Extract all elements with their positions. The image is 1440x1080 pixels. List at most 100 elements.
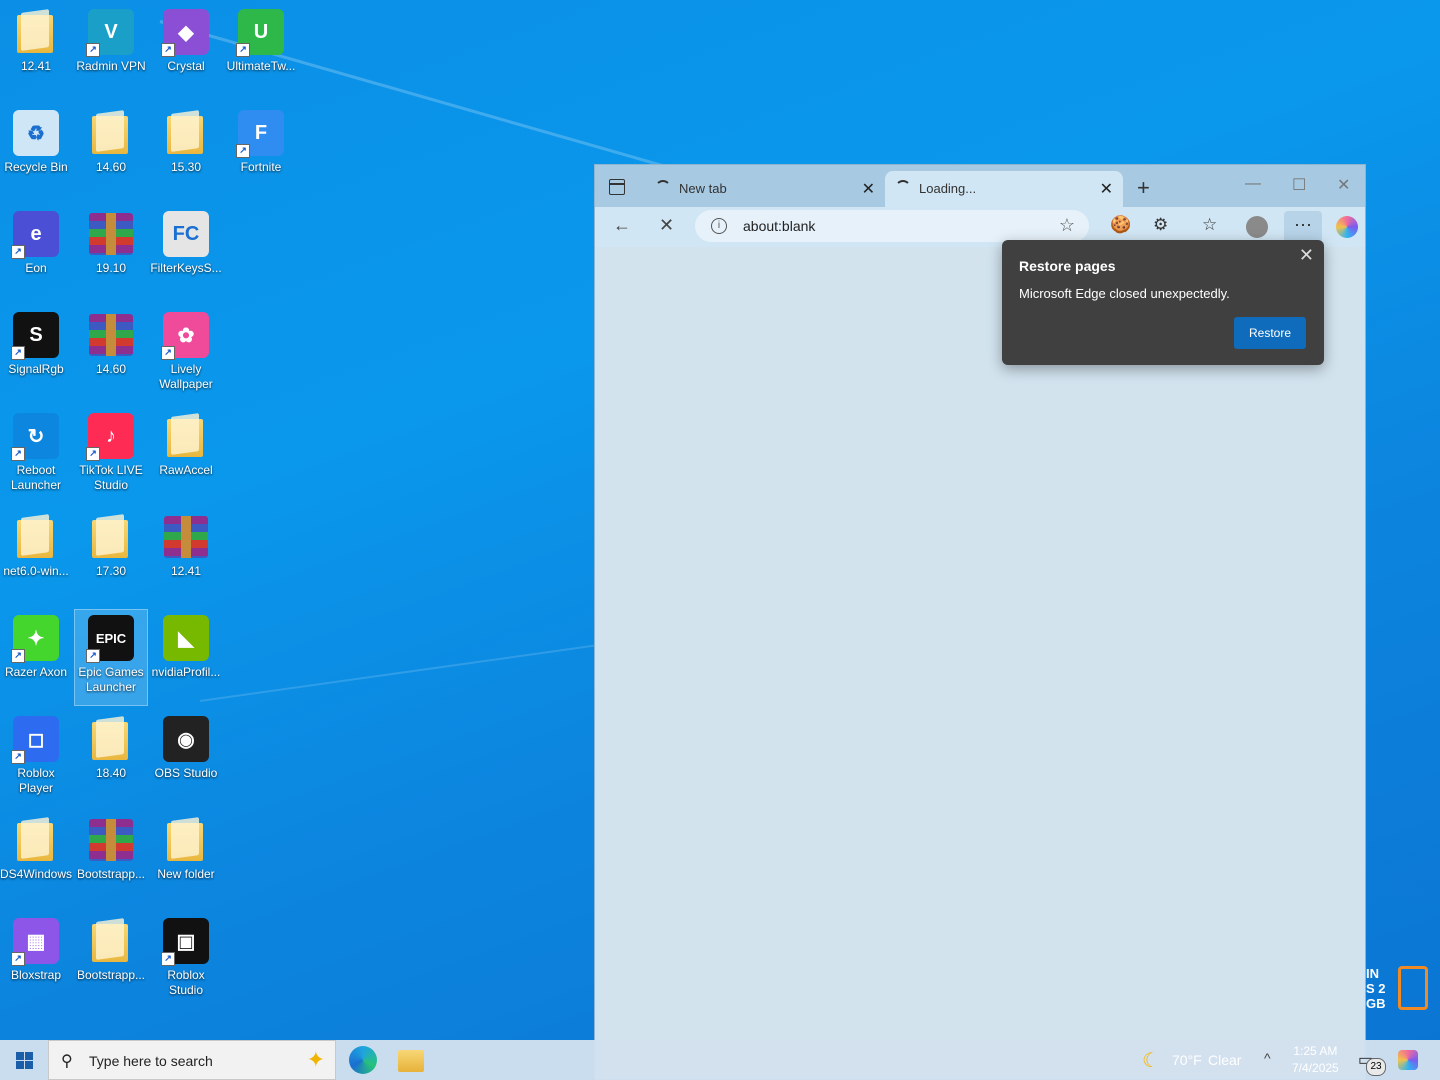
desktop-icon[interactable]: ▦ ↗ Bloxstrap: [0, 913, 72, 1008]
desktop-icon-label: Reboot Launcher: [10, 463, 62, 492]
shortcut-arrow-icon: ↗: [161, 952, 175, 966]
widget-app-icon[interactable]: [1398, 966, 1428, 1010]
desktop-icon[interactable]: ◣ nvidiaProfil...: [150, 610, 222, 705]
weather-temp[interactable]: 70°F: [1172, 1052, 1202, 1068]
close-window-button[interactable]: ✕: [1337, 175, 1350, 195]
close-tab-icon[interactable]: ✕: [862, 179, 875, 199]
back-button[interactable]: ←: [613, 215, 631, 236]
desktop-icon[interactable]: 18.40: [75, 711, 147, 806]
tab-loading[interactable]: Loading... ✕: [885, 171, 1123, 207]
desktop-icon[interactable]: ♻ Recycle Bin: [0, 105, 72, 200]
obs-icon: ◉: [161, 714, 211, 764]
desktop-icon[interactable]: EPIC ↗ Epic Games Launcher: [74, 609, 148, 706]
new-tab-button[interactable]: +: [1137, 175, 1150, 201]
clock-time: 1:25 AM: [1293, 1044, 1338, 1058]
desktop-icon[interactable]: 19.10: [75, 206, 147, 301]
page-content[interactable]: [599, 247, 1361, 1075]
site-info-icon[interactable]: i: [711, 218, 727, 234]
desktop-icon-label: Radmin VPN: [76, 59, 146, 73]
desktop-icon[interactable]: 12.41: [0, 4, 72, 99]
close-popup-icon[interactable]: ✕: [1299, 245, 1314, 266]
desktop-icon[interactable]: New folder: [150, 812, 222, 907]
folder-icon: [161, 108, 211, 158]
desktop-icon[interactable]: ✦ ↗ Razer Axon: [0, 610, 72, 705]
desktop-icon[interactable]: FC FilterKeysS...: [150, 206, 222, 301]
folder-icon: [11, 7, 61, 57]
restore-button[interactable]: Restore: [1234, 317, 1306, 349]
desktop-icon-label: Bootstrapp...: [76, 867, 146, 881]
desktop-icon-label: 17.30: [95, 564, 127, 578]
widget-line: IN: [1366, 966, 1379, 981]
desktop-icon[interactable]: net6.0-win...: [0, 509, 72, 604]
maximize-button[interactable]: ☐: [1292, 175, 1306, 195]
desktop-icon[interactable]: F ↗ Fortnite: [225, 105, 297, 200]
loading-spinner-icon: [655, 180, 671, 196]
desktop-icon[interactable]: DS4Windows: [0, 812, 72, 907]
address-url[interactable]: about:blank: [743, 218, 815, 234]
desktop-icon[interactable]: 14.60: [75, 105, 147, 200]
desktop-icon[interactable]: Bootstrapp...: [75, 812, 147, 907]
start-button[interactable]: [16, 1052, 33, 1069]
stop-button[interactable]: ✕: [659, 215, 674, 236]
rar-icon: [161, 512, 211, 562]
desktop-icon[interactable]: 14.60: [75, 307, 147, 402]
desktop-icon-label: OBS Studio: [154, 766, 218, 780]
desktop-icon-label: RawAccel: [159, 463, 213, 477]
folder-icon: [86, 512, 136, 562]
desktop-icon-label: Roblox Studio: [167, 968, 205, 997]
desktop-icon[interactable]: ✿ ↗ Lively Wallpaper: [150, 307, 222, 402]
desktop-icon[interactable]: 15.30: [150, 105, 222, 200]
loading-spinner-icon: [895, 180, 911, 196]
desktop-icon[interactable]: ◉ OBS Studio: [150, 711, 222, 806]
folder-icon: [86, 108, 136, 158]
tab-new-tab[interactable]: New tab ✕: [645, 171, 885, 207]
crystal-icon: ◆ ↗: [161, 7, 211, 57]
search-placeholder: Type here to search: [89, 1053, 213, 1069]
tab-title: Loading...: [919, 181, 977, 196]
roblox-icon: ◻ ↗: [11, 714, 61, 764]
desktop-icon-label: 14.60: [95, 160, 127, 174]
taskbar: ⚲ Type here to search ✦ ☾ 70°F Clear ^ 1…: [0, 1040, 1440, 1080]
weather-condition[interactable]: Clear: [1208, 1052, 1241, 1068]
taskbar-search[interactable]: ⚲ Type here to search ✦: [48, 1040, 336, 1080]
cookie-extension-icon[interactable]: 🍪: [1110, 215, 1131, 235]
desktop-icon[interactable]: ◻ ↗ Roblox Player: [0, 711, 72, 806]
copilot-icon[interactable]: [1336, 216, 1358, 238]
desktop-icon[interactable]: RawAccel: [150, 408, 222, 503]
favorite-star-icon[interactable]: ☆: [1059, 215, 1075, 236]
lively-icon: ✿ ↗: [161, 310, 211, 360]
close-tab-icon[interactable]: ✕: [1100, 179, 1113, 199]
address-bar[interactable]: i about:blank ☆: [695, 210, 1089, 242]
clock[interactable]: 1:25 AM 7/4/2025: [1292, 1043, 1339, 1077]
extensions-icon[interactable]: ⚙: [1153, 215, 1168, 235]
desktop-icon[interactable]: ▣ ↗ Roblox Studio: [150, 913, 222, 1008]
chevron-up-icon[interactable]: ^: [1264, 1050, 1271, 1066]
desktop-icon[interactable]: e ↗ Eon: [0, 206, 72, 301]
desktop-icon[interactable]: ◆ ↗ Crystal: [150, 4, 222, 99]
more-menu-button[interactable]: ···: [1284, 211, 1322, 243]
desktop-icon[interactable]: V ↗ Radmin VPN: [75, 4, 147, 99]
shortcut-arrow-icon: ↗: [11, 952, 25, 966]
folder-icon: [86, 714, 136, 764]
desktop-icon[interactable]: 12.41: [150, 509, 222, 604]
edge-taskbar-icon[interactable]: [349, 1046, 377, 1074]
desktop-icon[interactable]: 17.30: [75, 509, 147, 604]
widget-line: S 2: [1366, 981, 1386, 996]
desktop-icon[interactable]: ♪ ↗ TikTok LIVE Studio: [75, 408, 147, 503]
profile-avatar[interactable]: [1246, 216, 1268, 238]
sparkle-icon: ✦: [306, 1047, 325, 1072]
favorites-icon[interactable]: ☆: [1202, 215, 1217, 235]
shortcut-arrow-icon: ↗: [86, 649, 100, 663]
minimize-button[interactable]: —: [1245, 175, 1261, 193]
desktop-icon[interactable]: U ↗ UltimateTw...: [225, 4, 297, 99]
shortcut-arrow-icon: ↗: [236, 144, 250, 158]
copilot-taskbar-icon[interactable]: [1398, 1050, 1418, 1070]
shortcut-arrow-icon: ↗: [161, 43, 175, 57]
file-explorer-icon[interactable]: [398, 1050, 424, 1072]
desktop-icon[interactable]: S ↗ SignalRgb: [0, 307, 72, 402]
desktop-icon[interactable]: ↻ ↗ Reboot Launcher: [0, 408, 72, 503]
desktop-icon-label: Bootstrapp...: [76, 968, 146, 982]
tab-actions-icon[interactable]: [609, 179, 625, 195]
desktop-icon[interactable]: Bootstrapp...: [75, 913, 147, 1008]
desktop-icon-label: New folder: [157, 867, 215, 881]
